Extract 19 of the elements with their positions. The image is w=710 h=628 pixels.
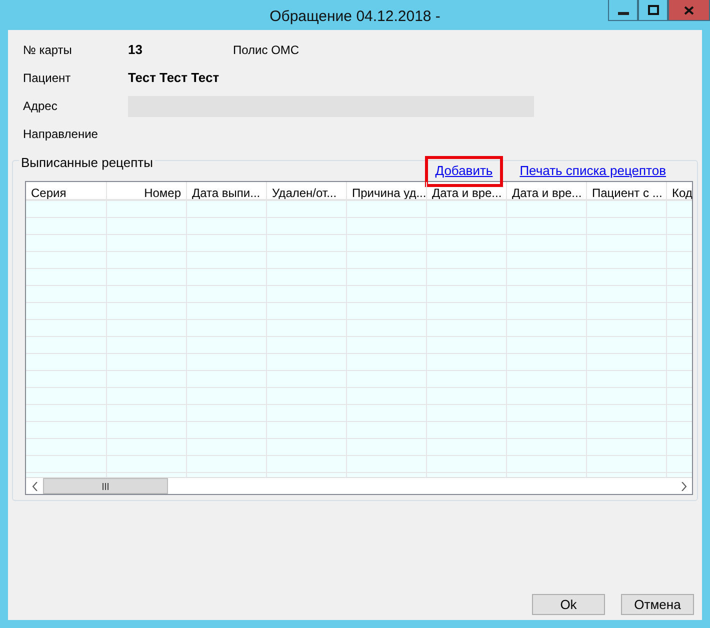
link[interactable]: Печать списка рецептов [512, 161, 673, 181]
field-value: Тест Тест Тест [128, 69, 220, 88]
field-label: Пациент [23, 70, 72, 87]
close-button[interactable] [668, 0, 710, 21]
minimize-button[interactable] [608, 0, 638, 21]
field-label: Адрес [23, 98, 58, 115]
minimize-icon [618, 12, 628, 14]
dialog-button[interactable]: Отмена [621, 594, 694, 615]
maximize-button[interactable] [638, 0, 668, 21]
field-value: 13 [128, 41, 144, 60]
scrollbar-thumb[interactable] [43, 478, 168, 494]
field-label: № карты [23, 42, 73, 59]
horizontal-scrollbar[interactable] [26, 477, 692, 494]
field-label: Полис ОМС [233, 42, 300, 59]
close-icon [684, 6, 694, 14]
dialog-button[interactable]: Ok [532, 594, 605, 615]
maximize-icon [648, 5, 658, 15]
field-label: Направление [23, 126, 99, 143]
window-title: Обращение 04.12.2018 - [270, 7, 440, 27]
